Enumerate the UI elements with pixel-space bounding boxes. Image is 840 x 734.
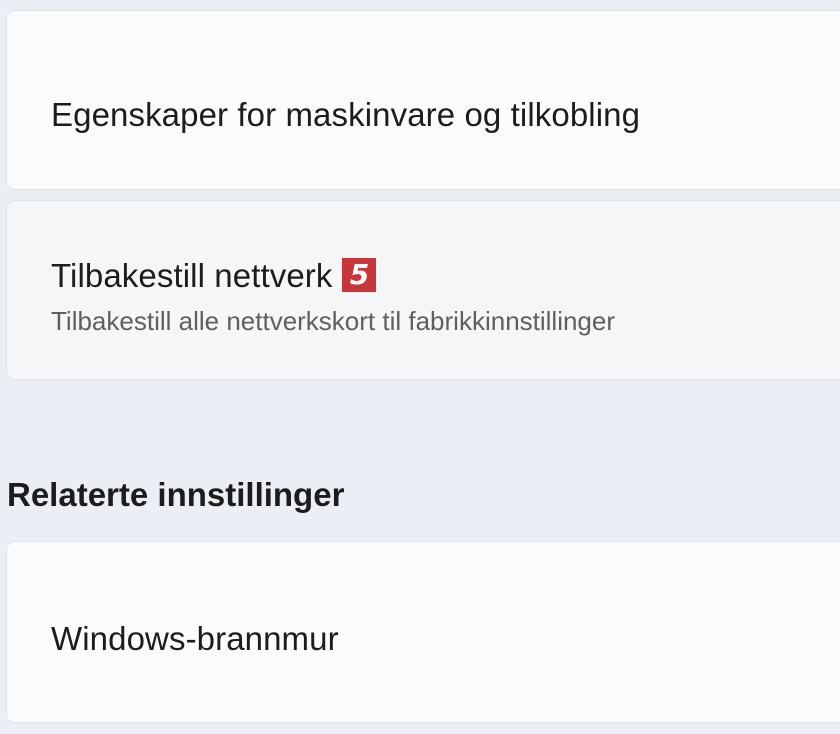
- hardware-properties-title: Egenskaper for maskinvare og tilkobling: [51, 96, 641, 133]
- network-reset-label: Tilbakestill nettverk: [51, 257, 333, 294]
- network-reset-card[interactable]: Tilbakestill nettverk 5 Tilbakestill alle…: [6, 200, 840, 380]
- windows-firewall-title: Windows-brannmur: [51, 620, 339, 657]
- related-settings-heading: Relaterte innstillinger: [7, 476, 345, 513]
- step-number-badge: 5: [342, 258, 377, 292]
- windows-firewall-card[interactable]: Windows-brannmur: [6, 541, 840, 723]
- network-reset-subtitle: Tilbakestill alle nettverkskort til fabr…: [51, 306, 616, 336]
- network-reset-title: Tilbakestill nettverk 5: [51, 257, 377, 295]
- hardware-properties-card[interactable]: Egenskaper for maskinvare og tilkobling: [6, 10, 840, 190]
